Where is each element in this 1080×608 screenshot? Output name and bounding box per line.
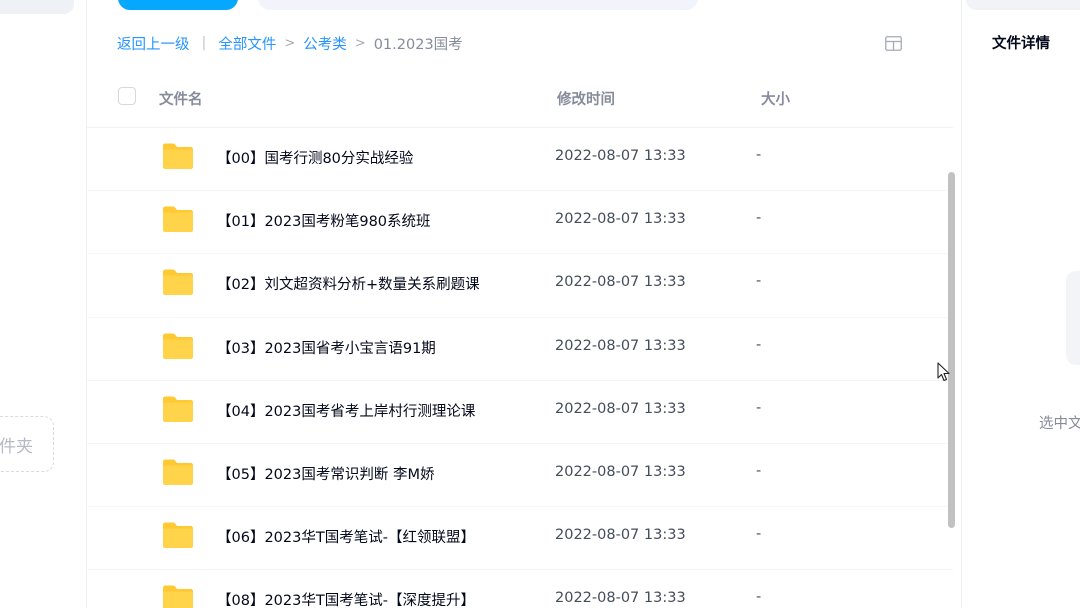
- file-detail-panel: 文件详情 选中文: [961, 0, 1080, 608]
- folder-icon: [163, 396, 193, 422]
- file-list-panel: 返回上一级 | 全部文件 > 公考类 > 01.2023国考 文件名 修改时间 …: [86, 0, 961, 608]
- file-modified-time: 2022-08-07 13:33: [555, 463, 686, 480]
- file-rows: 【00】国考行测80分实战经验 2022-08-07 13:33- 【01】2023…: [87, 128, 953, 608]
- sidebar-top-item[interactable]: [0, 0, 74, 14]
- file-modified-time: 2022-08-07 13:33: [555, 337, 686, 354]
- breadcrumb-all-files[interactable]: 全部文件: [218, 33, 276, 54]
- grid-view-icon[interactable]: [883, 33, 903, 53]
- table-row[interactable]: 【04】2023国考省考上岸村行测理论课 2022-08-07 13:33 -: [87, 381, 953, 444]
- file-name[interactable]: 【06】2023华T国考笔试-【红领联盟】: [217, 526, 475, 547]
- folder-icon: [163, 143, 193, 169]
- file-size: -: [756, 147, 762, 163]
- table-row[interactable]: 【08】2023华T国考笔试-【深度提升】 2022-08-07 13:33 -: [87, 570, 953, 608]
- table-row[interactable]: 【01】2023国考粉笔980系统班 2022-08-07 13:33 -: [87, 191, 953, 255]
- breadcrumb-arrow: >: [284, 35, 296, 51]
- file-name[interactable]: 【04】2023国考省考上岸村行测理论课: [217, 400, 475, 421]
- table-row[interactable]: 【03】2023国省考小宝言语91期 2022-08-07 13:33 -: [87, 318, 953, 381]
- header-size[interactable]: 大小: [761, 88, 790, 109]
- select-all-checkbox[interactable]: [118, 87, 136, 105]
- file-name[interactable]: 【08】2023华T国考笔试-【深度提升】: [217, 589, 475, 608]
- file-size: -: [756, 273, 762, 290]
- file-modified-time: 2022-08-07 13:33: [555, 527, 686, 544]
- upload-button[interactable]: [118, 0, 238, 10]
- breadcrumb-arrow: >: [354, 35, 366, 51]
- mouse-cursor-icon: [937, 362, 950, 382]
- file-size: -: [756, 210, 762, 227]
- file-name[interactable]: 【00】国考行测80分实战经验: [217, 147, 413, 168]
- file-size: -: [756, 589, 762, 606]
- back-link[interactable]: 返回上一级: [117, 33, 190, 54]
- file-modified-time: 2022-08-07 13:33: [555, 400, 686, 417]
- folder-icon: [163, 585, 193, 608]
- new-folder-button[interactable]: 件夹: [0, 416, 54, 472]
- folder-icon: [163, 522, 193, 549]
- table-row[interactable]: 【06】2023华T国考笔试-【红领联盟】 2022-08-07 13:33 -: [87, 507, 953, 571]
- detail-title: 文件详情: [992, 36, 1050, 52]
- detail-preview-card: [1066, 271, 1080, 365]
- file-name[interactable]: 【01】2023国考粉笔980系统班: [217, 210, 431, 231]
- file-modified-time: 2022-08-07 13:33: [555, 148, 686, 164]
- file-size: -: [756, 399, 762, 416]
- left-sidebar: 件夹: [0, 0, 86, 608]
- file-modified-time: 2022-08-07 13:33: [555, 274, 686, 291]
- new-folder-label: 件夹: [0, 436, 33, 457]
- file-size: -: [756, 336, 762, 353]
- table-row[interactable]: 【00】国考行测80分实战经验 2022-08-07 13:33 -: [87, 128, 953, 192]
- breadcrumb-separator: |: [201, 35, 207, 51]
- header-modified-time[interactable]: 修改时间: [557, 88, 615, 109]
- folder-icon: [163, 206, 193, 233]
- breadcrumb-current: 01.2023国考: [373, 36, 463, 53]
- breadcrumb: 返回上一级 | 全部文件 > 公考类 > 01.2023国考: [117, 33, 463, 53]
- table-row[interactable]: 【05】2023国考常识判断 李M娇 2022-08-07 13:33 -: [87, 444, 953, 508]
- file-size: -: [756, 526, 762, 543]
- file-name[interactable]: 【03】2023国省考小宝言语91期: [217, 337, 436, 358]
- folder-icon: [163, 269, 193, 296]
- detail-top-item[interactable]: [966, 0, 1080, 10]
- file-modified-time: 2022-08-07 13:33: [555, 590, 686, 607]
- file-name[interactable]: 【05】2023国考常识判断 李M娇: [217, 463, 434, 484]
- file-modified-time: 2022-08-07 13:33: [555, 211, 686, 228]
- file-name[interactable]: 【02】刘文超资料分析+数量关系刷题课: [217, 273, 480, 294]
- folder-icon: [163, 459, 193, 485]
- breadcrumb-category[interactable]: 公考类: [303, 33, 347, 54]
- scrollbar-thumb[interactable]: [948, 172, 955, 528]
- folder-icon: [163, 333, 193, 359]
- table-header: 文件名 修改时间 大小: [87, 76, 953, 128]
- detail-hint: 选中文: [1039, 416, 1080, 432]
- header-name[interactable]: 文件名: [159, 88, 203, 109]
- search-input[interactable]: [258, 0, 698, 10]
- file-size: -: [756, 462, 762, 479]
- table-row[interactable]: 【02】刘文超资料分析+数量关系刷题课 2022-08-07 13:33 -: [87, 254, 953, 318]
